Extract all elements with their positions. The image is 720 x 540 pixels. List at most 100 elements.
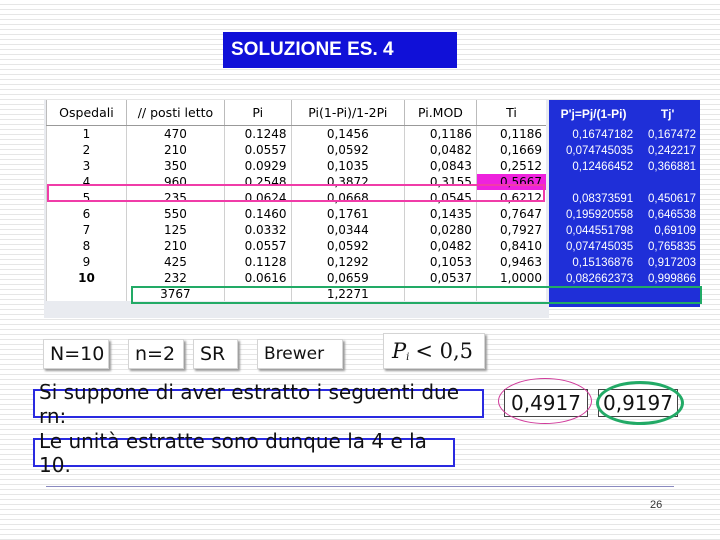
header-ti: Ti (475, 100, 546, 126)
cell: 0,2512 (475, 158, 546, 174)
cell: 6 (46, 206, 127, 222)
header-ospedali: Ospedali (46, 100, 127, 126)
side-row: 0,044551798 0,69109 (551, 223, 699, 239)
table-row: 9 425 0.1128 0,1292 0,1053 0,9463 (46, 254, 546, 270)
condition-rest: < 0,5 (415, 339, 474, 363)
cell: 0.0557 (223, 142, 292, 158)
cell: 0.1128 (223, 254, 292, 270)
cell: 0,074745035 (566, 145, 634, 157)
cell: 0,1053 (404, 254, 477, 270)
cell: 0,0592 (290, 238, 405, 254)
cell: 0,082662373 (566, 273, 634, 285)
selected-unit-4-outline (47, 184, 545, 202)
header-pi-formula: Pi(1-Pi)/1-2Pi (290, 100, 405, 126)
cell: 0,1292 (290, 254, 405, 270)
cell: 0,999866 (648, 273, 696, 285)
cell: 550 (125, 206, 225, 222)
cell: 0,074745035 (566, 241, 634, 253)
table-row: 7 125 0.0332 0,0344 0,0280 0,7927 (46, 222, 546, 238)
side-row: 0,195920558 0,646538 (551, 207, 699, 223)
side-row-empty (551, 175, 699, 191)
cell: 0,7647 (475, 206, 546, 222)
cell: 210 (125, 142, 225, 158)
population-size-label: N=10 (43, 339, 109, 369)
cell (551, 175, 636, 191)
cell (46, 286, 127, 301)
cell: 0,765835 (648, 241, 696, 253)
cell: 210 (125, 238, 225, 254)
cell: 0,1761 (290, 206, 405, 222)
cell: 0,0659 (290, 270, 405, 286)
cell: 1,0000 (475, 270, 546, 286)
cell: 0,366881 (648, 161, 696, 173)
cell: 0,9463 (475, 254, 546, 270)
cell: 0,0344 (290, 222, 405, 238)
cell: 425 (125, 254, 225, 270)
cell: 0,044551798 (566, 225, 634, 237)
cell: 0.1248 (223, 125, 292, 142)
cell: 350 (125, 158, 225, 174)
cell: 0,0843 (404, 158, 477, 174)
cell: 0,195920558 (566, 209, 634, 221)
cell: 470 (125, 125, 225, 142)
cell: 0.0929 (223, 158, 292, 174)
header-pj-prime: P'j=Pj/(1-Pi) (560, 106, 627, 121)
cell: 0.0616 (223, 270, 292, 286)
header-posti-letto: // posti letto (125, 100, 225, 126)
header-pi-mod: Pi.MOD (404, 100, 477, 126)
table-row-selected: 10 232 0.0616 0,0659 0,0537 1,0000 (46, 270, 546, 286)
cell: 8 (46, 238, 127, 254)
cell: 0,7927 (475, 222, 546, 238)
cell: 0,0482 (404, 238, 477, 254)
cell: 0,0482 (404, 142, 477, 158)
header-tj-prime: Tj' (660, 106, 675, 121)
cell: 232 (125, 270, 225, 286)
cell: 10 (46, 270, 127, 286)
slide-title: SOLUZIONE ES. 4 (223, 32, 457, 68)
cell: 0,08373591 (572, 193, 634, 205)
cell: 0,450617 (648, 193, 696, 205)
table-row: 1 470 0.1248 0,1456 0,1186 0,1186 (46, 125, 546, 142)
cell: 0,242217 (648, 145, 696, 157)
side-row: 0,12466452 0,366881 (551, 159, 699, 175)
cell: 0,0280 (404, 222, 477, 238)
cell: 125 (125, 222, 225, 238)
assumption-sentence: Si suppone di aver estratto i seguenti d… (33, 380, 484, 428)
cell: 2 (46, 142, 127, 158)
table-row: 6 550 0.1460 0,1761 0,1435 0,7647 (46, 206, 546, 222)
cell: 0,646538 (648, 209, 696, 221)
side-row: 0,082662373 0,999866 (551, 271, 699, 287)
cell: 0,1669 (475, 142, 546, 158)
cell: 0,1456 (290, 125, 405, 142)
cell: 0,0592 (290, 142, 405, 158)
cell: 0,917203 (648, 257, 696, 269)
cell: 0.0332 (223, 222, 292, 238)
side-row: 0,074745035 0,765835 (551, 239, 699, 255)
cell: 0,1186 (475, 125, 546, 142)
cell: 0,15136876 (572, 257, 634, 269)
random-number-1-highlight (498, 378, 592, 424)
sampling-method-label: SR (193, 339, 238, 369)
sample-size-label: n=2 (128, 339, 184, 369)
cell: 0,1186 (404, 125, 477, 142)
table-header-row: Ospedali // posti letto Pi Pi(1-Pi)/1-2P… (46, 100, 546, 126)
side-row: 0,074745035 0,242217 (551, 143, 699, 159)
cell: 0,8410 (475, 238, 546, 254)
cell: 7 (46, 222, 127, 238)
cell: 0,0537 (404, 270, 477, 286)
conditional-prob-table: P'j=Pj/(1-Pi) Tj' 0,16747182 0,167472 0,0… (551, 100, 699, 287)
page-number: 26 (650, 499, 663, 511)
brewer-label: Brewer (257, 339, 343, 369)
cell: 9 (46, 254, 127, 270)
side-row: 0,15136876 0,917203 (551, 255, 699, 271)
cell: 0.0557 (223, 238, 292, 254)
condition-subscript: i (406, 351, 410, 363)
header-pi: Pi (223, 100, 292, 126)
cell: 1 (46, 125, 127, 142)
table-row: 2 210 0.0557 0,0592 0,0482 0,1669 (46, 142, 546, 158)
condition-formula: Pi < 0,5 (383, 333, 485, 369)
side-header-row: P'j=Pj/(1-Pi) Tj' (551, 100, 699, 127)
footer-divider (46, 486, 674, 487)
condition-variable: P (392, 339, 407, 363)
selected-unit-10-outline (131, 286, 702, 304)
